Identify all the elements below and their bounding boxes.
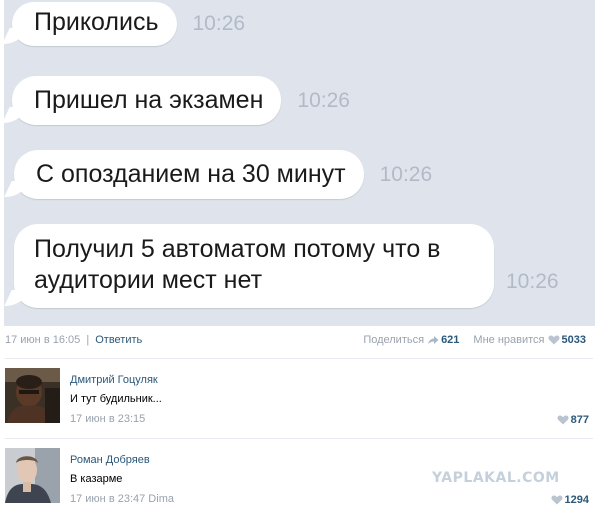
chat-message: Приколись 10:26 xyxy=(12,2,245,46)
post-actions: Поделиться 621 Мне нравится 5033 xyxy=(363,334,586,346)
comment-author[interactable]: Роман Добряев xyxy=(70,454,150,466)
chat-message: С опозданием на 30 минут 10:26 xyxy=(14,150,432,199)
like-label[interactable]: Мне нравится xyxy=(473,334,544,346)
reply-link[interactable]: Ответить xyxy=(95,334,142,346)
like-count: 5033 xyxy=(561,334,586,346)
comment-author[interactable]: Дмитрий Гоцуляк xyxy=(70,374,158,386)
message-bubble: Пришел на экзамен xyxy=(12,76,282,125)
post-date-group: 17 июн в 16:05 | Ответить xyxy=(5,334,142,346)
comment-date[interactable]: 17 июн в 23:47 Dima xyxy=(70,493,174,505)
message-time: 10:26 xyxy=(297,88,350,112)
chat-message: Пришел на экзамен 10:26 xyxy=(12,76,350,125)
comment-like-count: 877 xyxy=(570,414,589,426)
comment-text: В казарме xyxy=(70,473,123,485)
message-bubble: Получил 5 автоматом потому что в аудитор… xyxy=(14,224,494,308)
heart-icon[interactable] xyxy=(557,415,569,425)
separator: | xyxy=(86,334,90,346)
comment: Дмитрий Гоцуляк И тут будильник... 17 ию… xyxy=(5,368,593,440)
message-bubble: Приколись xyxy=(12,2,177,46)
message-time: 10:26 xyxy=(506,270,559,293)
comment-date[interactable]: 17 июн в 23:15 xyxy=(70,413,145,425)
comment-text: И тут будильник... xyxy=(70,393,162,405)
share-count: 621 xyxy=(441,334,460,346)
divider xyxy=(5,438,593,439)
message-time: 10:26 xyxy=(379,162,433,186)
avatar-image xyxy=(5,448,60,503)
comment-like-count: 1294 xyxy=(564,494,589,506)
avatar[interactable] xyxy=(5,448,60,503)
watermark: YAPLAKAL.COM xyxy=(432,470,560,486)
post-meta: 17 июн в 16:05 | Ответить Поделиться 621… xyxy=(5,334,590,350)
comment-likes[interactable]: 877 xyxy=(557,414,589,426)
message-bubble: С опозданием на 30 минут xyxy=(14,150,364,199)
message-time: 10:26 xyxy=(192,12,246,35)
share-label[interactable]: Поделиться xyxy=(363,334,424,346)
heart-icon[interactable] xyxy=(551,495,563,505)
heart-icon[interactable] xyxy=(548,335,560,345)
comment-likes[interactable]: 1294 xyxy=(551,494,589,506)
divider xyxy=(5,358,593,359)
post-date: 17 июн в 16:05 xyxy=(5,334,81,346)
avatar[interactable] xyxy=(5,368,60,423)
share-icon[interactable] xyxy=(427,335,439,345)
chat-message: Получил 5 автоматом потому что в аудитор… xyxy=(14,224,559,308)
avatar-image xyxy=(5,368,60,423)
chat-screenshot: Приколись 10:26 Пришел на экзамен 10:26 … xyxy=(4,0,595,326)
